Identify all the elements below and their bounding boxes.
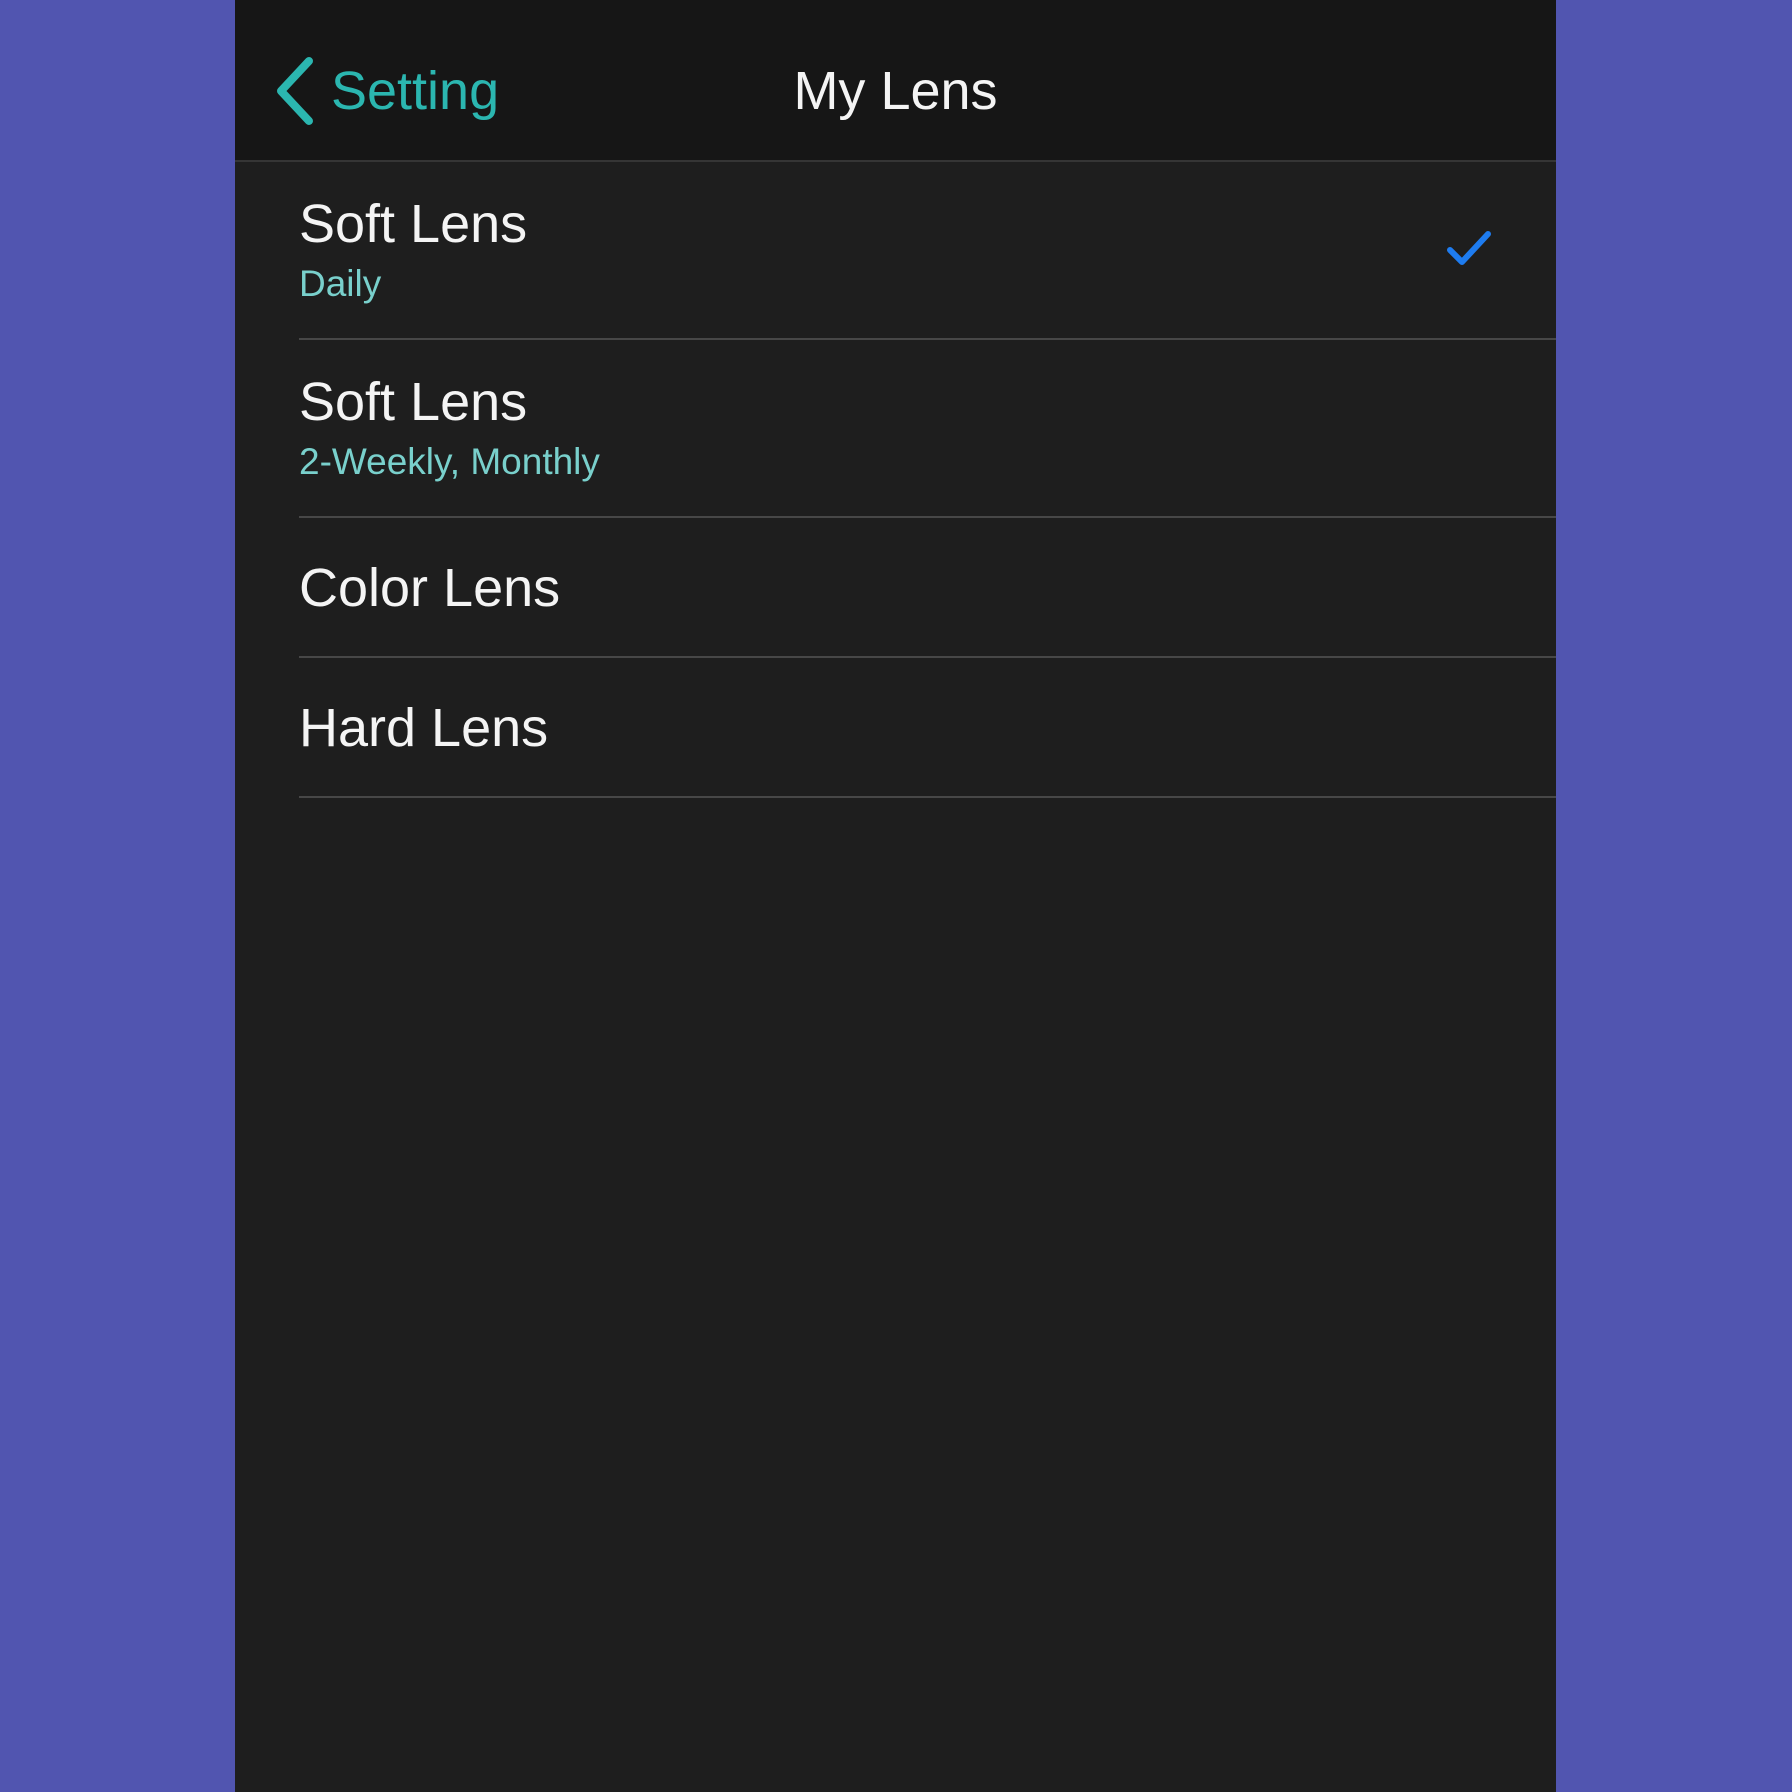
list-item-hard-lens[interactable]: Hard Lens bbox=[235, 658, 1556, 798]
chevron-left-icon bbox=[273, 55, 317, 127]
list-item-subtitle: 2-Weekly, Monthly bbox=[299, 441, 600, 482]
list-item-title: Hard Lens bbox=[299, 698, 549, 758]
list-item-title: Color Lens bbox=[299, 558, 561, 618]
checkmark-icon bbox=[1446, 228, 1492, 268]
list-item-subtitle: Daily bbox=[299, 263, 382, 304]
list-item-color-lens[interactable]: Color Lens bbox=[235, 518, 1556, 658]
back-button-label: Setting bbox=[331, 61, 500, 121]
list-item-title: Soft Lens bbox=[299, 194, 528, 254]
list-item-title: Soft Lens bbox=[299, 372, 528, 432]
lens-type-list: Soft Lens Daily Soft Lens 2-Weekly, Mont… bbox=[235, 162, 1556, 798]
screen: Setting My Lens Soft Lens Daily Soft Len… bbox=[235, 0, 1556, 1792]
list-item-soft-lens-daily[interactable]: Soft Lens Daily bbox=[235, 162, 1556, 340]
navigation-bar: Setting My Lens bbox=[235, 0, 1556, 162]
back-button[interactable]: Setting bbox=[273, 50, 499, 132]
divider bbox=[299, 796, 1556, 798]
list-item-soft-lens-weekly-monthly[interactable]: Soft Lens 2-Weekly, Monthly bbox=[235, 340, 1556, 518]
